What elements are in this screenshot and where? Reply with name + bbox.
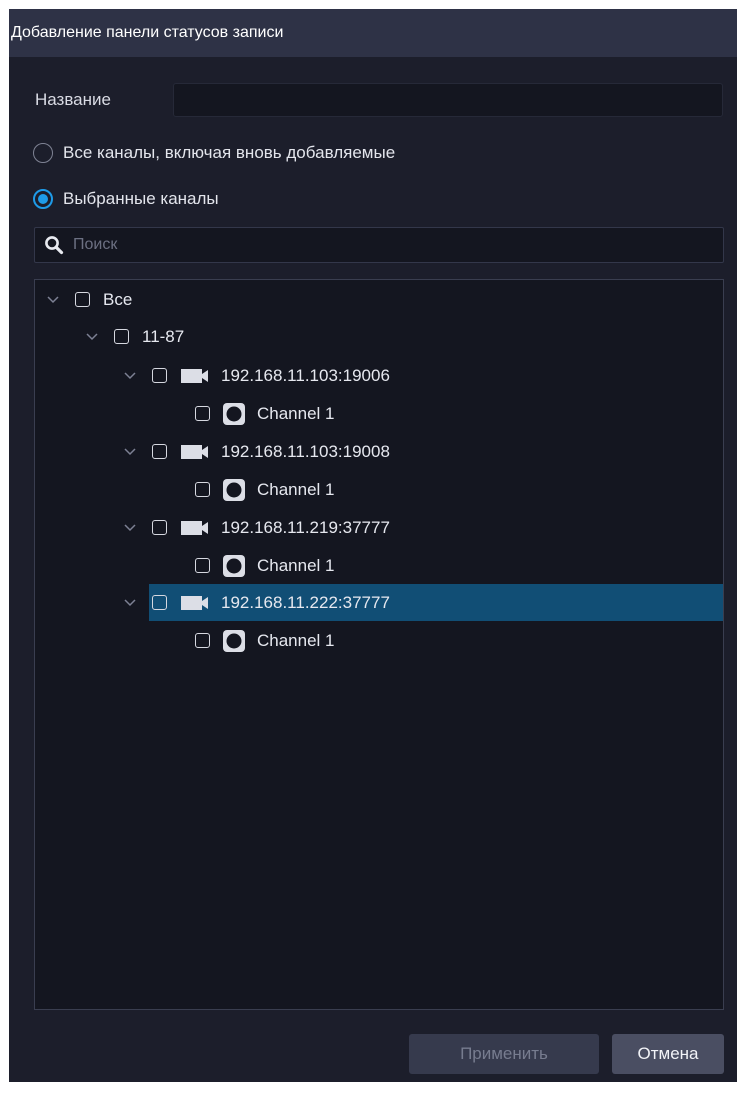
tree-node-label: Channel 1 — [257, 403, 335, 423]
tree-node-label: 192.168.11.103:19006 — [221, 365, 390, 385]
camera-icon — [181, 444, 209, 460]
search-icon — [43, 234, 65, 256]
radio-all-channels[interactable]: Все каналы, включая вновь добавляемые — [33, 140, 395, 166]
tree-checkbox[interactable] — [152, 595, 167, 610]
radio-selected-channels[interactable]: Выбранные каналы — [33, 186, 219, 212]
dialog: Добавление панели статусов записи Назван… — [9, 9, 737, 1082]
cancel-button[interactable]: Отмена — [612, 1034, 724, 1074]
tree-checkbox[interactable] — [152, 520, 167, 535]
radio-all-channels-label: Все каналы, включая вновь добавляемые — [63, 143, 396, 162]
tree-checkbox[interactable] — [195, 482, 210, 497]
tree-node-root[interactable]: Все — [45, 281, 132, 318]
tree-node-label: Channel 1 — [257, 555, 335, 575]
channel-icon — [223, 402, 245, 425]
tree-node-channel[interactable]: Channel 1 — [195, 395, 335, 432]
tree-checkbox[interactable] — [152, 368, 167, 383]
tree-node-label: Channel 1 — [257, 630, 335, 650]
tree-checkbox[interactable] — [114, 329, 129, 344]
tree-node-label: 11-87 — [142, 326, 185, 346]
name-label: Название — [35, 90, 111, 109]
channel-icon — [223, 554, 245, 577]
tree-node-group[interactable]: 11-87 — [84, 318, 184, 355]
chevron-down-icon[interactable] — [122, 368, 138, 384]
channel-icon — [223, 478, 245, 501]
camera-icon — [181, 520, 209, 536]
tree-checkbox[interactable] — [152, 444, 167, 459]
camera-icon — [181, 368, 209, 384]
search-box[interactable] — [34, 227, 724, 263]
camera-icon — [181, 595, 209, 611]
tree-checkbox[interactable] — [195, 633, 210, 648]
search-input[interactable] — [65, 227, 723, 263]
tree-checkbox[interactable] — [195, 558, 210, 573]
tree-node-channel[interactable]: Channel 1 — [195, 471, 335, 508]
tree-node-device[interactable]: 192.168.11.219:37777 — [122, 509, 390, 546]
channel-icon — [223, 629, 245, 652]
radio-all-channels-circle[interactable] — [33, 143, 53, 163]
tree-node-label: 192.168.11.103:19008 — [221, 441, 390, 461]
tree-node-device[interactable]: 192.168.11.103:19008 — [122, 433, 390, 470]
chevron-down-icon[interactable] — [45, 292, 61, 308]
tree-node-device[interactable]: 192.168.11.222:37777 — [122, 584, 390, 621]
tree-node-channel[interactable]: Channel 1 — [195, 622, 335, 659]
radio-selected-channels-circle[interactable] — [33, 189, 53, 209]
chevron-down-icon[interactable] — [122, 595, 138, 611]
tree-checkbox[interactable] — [75, 292, 90, 307]
tree-checkbox[interactable] — [195, 406, 210, 421]
tree-node-device[interactable]: 192.168.11.103:19006 — [122, 357, 390, 394]
chevron-down-icon[interactable] — [122, 444, 138, 460]
radio-selected-channels-label: Выбранные каналы — [63, 189, 219, 208]
tree-node-label: Все — [103, 289, 133, 309]
tree-node-label: 192.168.11.222:37777 — [221, 592, 390, 612]
channel-tree[interactable]: Все 11-87 192.168.11.103:19006 Channel 1… — [34, 279, 724, 1010]
tree-node-label: 192.168.11.219:37777 — [221, 517, 390, 537]
tree-node-label: Channel 1 — [257, 479, 335, 499]
apply-button[interactable]: Применить — [409, 1034, 599, 1074]
name-input[interactable] — [173, 83, 723, 117]
chevron-down-icon[interactable] — [84, 329, 100, 345]
tree-node-channel[interactable]: Channel 1 — [195, 547, 335, 584]
chevron-down-icon[interactable] — [122, 520, 138, 536]
dialog-title: Добавление панели статусов записи — [9, 9, 737, 57]
